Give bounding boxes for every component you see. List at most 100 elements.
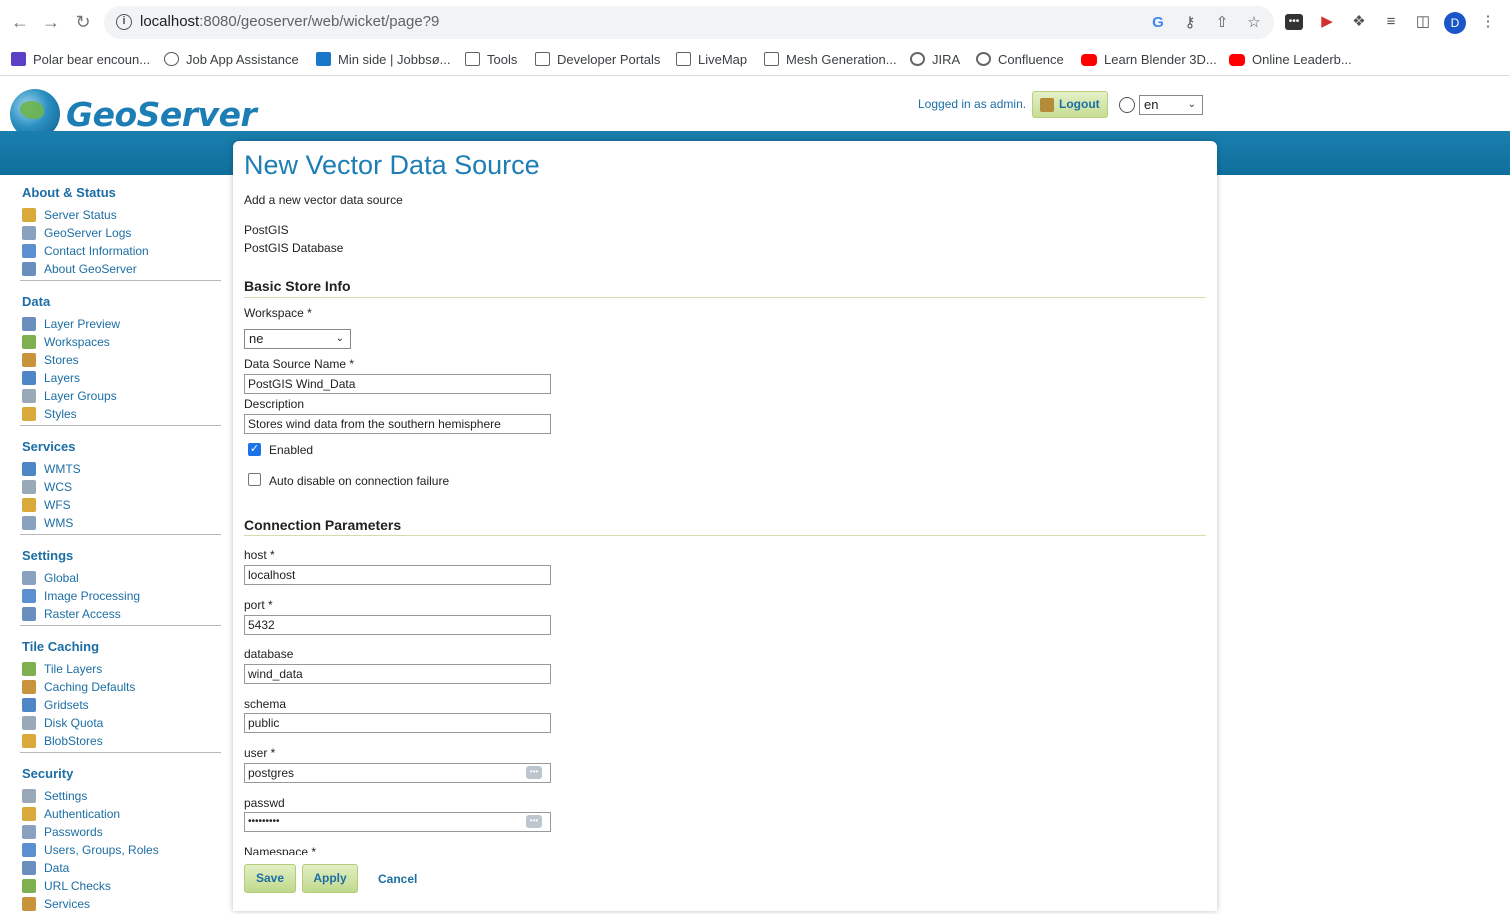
media-queue-icon[interactable]: ≡: [1381, 12, 1401, 32]
language-globe-icon: [1119, 97, 1135, 113]
puzzle-icon[interactable]: ❖: [1349, 12, 1369, 32]
sidebar-item-icon: [22, 897, 36, 911]
bookmark-folder[interactable]: LiveMap: [676, 51, 747, 69]
host-label: host *: [244, 548, 275, 562]
bookmark-folder[interactable]: Tools: [465, 51, 517, 69]
store-type: PostGIS: [244, 223, 289, 237]
bookmark-item[interactable]: Confluence: [976, 51, 1064, 69]
user-label: user *: [244, 746, 276, 760]
bookmark-item[interactable]: Polar bear encoun...: [11, 51, 150, 69]
cancel-link[interactable]: Cancel: [378, 872, 417, 886]
language-select[interactable]: en ⌄: [1139, 95, 1203, 115]
key-icon[interactable]: ⚷: [1180, 13, 1200, 33]
site-info-icon[interactable]: i: [116, 14, 132, 30]
data-source-name-input[interactable]: PostGIS Wind_Data: [244, 374, 551, 394]
password-manager-icon[interactable]: •••: [526, 766, 542, 779]
sidebar-item-label: Users, Groups, Roles: [44, 843, 159, 857]
bookmark-item[interactable]: Min side | Jobbsø...: [316, 51, 450, 69]
schema-label: schema: [244, 697, 287, 711]
sidebar-item-icon: [22, 716, 36, 730]
host-input[interactable]: localhost: [244, 565, 551, 585]
sidebar-item-icon: [22, 680, 36, 694]
forward-arrow-icon[interactable]: →: [39, 10, 63, 34]
logout-button[interactable]: Logout: [1032, 91, 1108, 118]
save-button[interactable]: Save: [244, 864, 296, 893]
sidebar-item-label: Tile Layers: [44, 662, 103, 676]
auto-disable-checkbox[interactable]: [248, 473, 261, 486]
sidebar-item-label: Workspaces: [44, 335, 110, 349]
side-panel-icon[interactable]: ◫: [1413, 12, 1433, 32]
port-input[interactable]: 5432: [244, 615, 551, 635]
sidebar-item-label: Caching Defaults: [44, 680, 136, 694]
bookmark-item[interactable]: Job App Assistance: [164, 51, 299, 69]
sidebar-item-icon: [22, 262, 36, 276]
sidebar-item-label: Global: [44, 571, 79, 585]
bookmark-folder[interactable]: Mesh Generation...: [764, 51, 897, 69]
sidebar-item-icon: [22, 825, 36, 839]
sidebar-divider: [20, 752, 221, 753]
profile-avatar[interactable]: D: [1444, 12, 1466, 34]
google-icon[interactable]: G: [1148, 13, 1168, 33]
sidebar-item-label: Data: [44, 861, 70, 875]
sidebar-item-label: BlobStores: [44, 734, 103, 748]
play-extension-icon[interactable]: ▶: [1317, 12, 1337, 32]
sidebar-section-title: Settings: [22, 548, 74, 563]
logged-in-status: Logged in as admin.: [918, 97, 1027, 111]
bookmark-item[interactable]: Learn Blender 3D...: [1081, 51, 1217, 69]
sidebar-divider: [20, 534, 221, 535]
section-divider: [244, 535, 1206, 536]
sidebar-item-label: WFS: [44, 498, 71, 512]
bookmark-item[interactable]: JIRA: [910, 51, 960, 69]
sidebar-item-icon: [22, 843, 36, 857]
sidebar-nav: About & Status Server Status GeoServer Log…: [0, 175, 232, 911]
sidebar-item-label: Styles: [44, 407, 77, 421]
reload-icon[interactable]: ↻: [71, 10, 95, 34]
sidebar-item-icon: [22, 698, 36, 712]
description-input[interactable]: Stores wind data from the southern hemis…: [244, 414, 551, 434]
schema-input[interactable]: public: [244, 713, 551, 733]
share-icon[interactable]: ⇧: [1212, 13, 1232, 33]
sidebar-item-icon: [22, 317, 36, 331]
auto-disable-label: Auto disable on connection failure: [269, 474, 450, 488]
data-source-name-label: Data Source Name *: [244, 357, 355, 371]
bookmarks-bar: Polar bear encoun... Job App Assistance …: [0, 44, 1510, 110]
logout-label: Logout: [1059, 97, 1100, 111]
sidebar-section-title: Tile Caching: [22, 639, 100, 654]
sidebar-item-icon: [22, 861, 36, 875]
user-input[interactable]: postgres •••: [244, 763, 551, 783]
password-manager-icon[interactable]: •••: [526, 815, 542, 828]
sidebar-item-label: Gridsets: [44, 698, 89, 712]
menu-kebab-icon[interactable]: ⋮: [1478, 12, 1498, 32]
url-text[interactable]: localhost:8080/geoserver/web/wicket/page…: [140, 13, 439, 30]
apply-button[interactable]: Apply: [302, 864, 358, 893]
sidebar-item-label: About GeoServer: [44, 262, 137, 276]
database-input[interactable]: wind_data: [244, 664, 551, 684]
sidebar-item-label: Layer Groups: [44, 389, 117, 403]
logout-icon: [1040, 98, 1054, 112]
workspace-select[interactable]: ne ⌄: [244, 329, 351, 349]
sidebar-section-title: Security: [22, 766, 74, 781]
jira-icon: [910, 52, 925, 66]
youtube-icon: [1081, 54, 1097, 66]
enabled-checkbox[interactable]: ✓: [248, 443, 261, 456]
sidebar-item-icon: [22, 353, 36, 367]
address-bar[interactable]: i localhost:8080/geoserver/web/wicket/pa…: [104, 6, 1274, 39]
chevron-down-icon: ⌄: [335, 333, 344, 344]
sidebar-item-label: WMS: [44, 516, 74, 530]
passwd-input[interactable]: ••••••••• •••: [244, 812, 551, 832]
extension-dots-icon[interactable]: •••: [1285, 14, 1303, 30]
workspace-label: Workspace *: [244, 306, 312, 320]
sidebar-item-label: Passwords: [44, 825, 103, 839]
back-arrow-icon[interactable]: ←: [8, 10, 32, 34]
geoserver-logo-text[interactable]: GeoServer: [66, 95, 257, 134]
sidebar-item-label: Layers: [44, 371, 81, 385]
bookmark-item[interactable]: Online Leaderb...: [1229, 51, 1352, 69]
sidebar-section-title: Services: [22, 439, 76, 454]
folder-icon: [764, 52, 779, 66]
bookmark-folder[interactable]: Developer Portals: [535, 51, 660, 69]
sidebar-item-icon: [22, 389, 36, 403]
sidebar-item-icon: [22, 607, 36, 621]
star-icon[interactable]: ☆: [1244, 13, 1264, 33]
port-label: port *: [244, 598, 273, 612]
sidebar-item-icon: [22, 226, 36, 240]
